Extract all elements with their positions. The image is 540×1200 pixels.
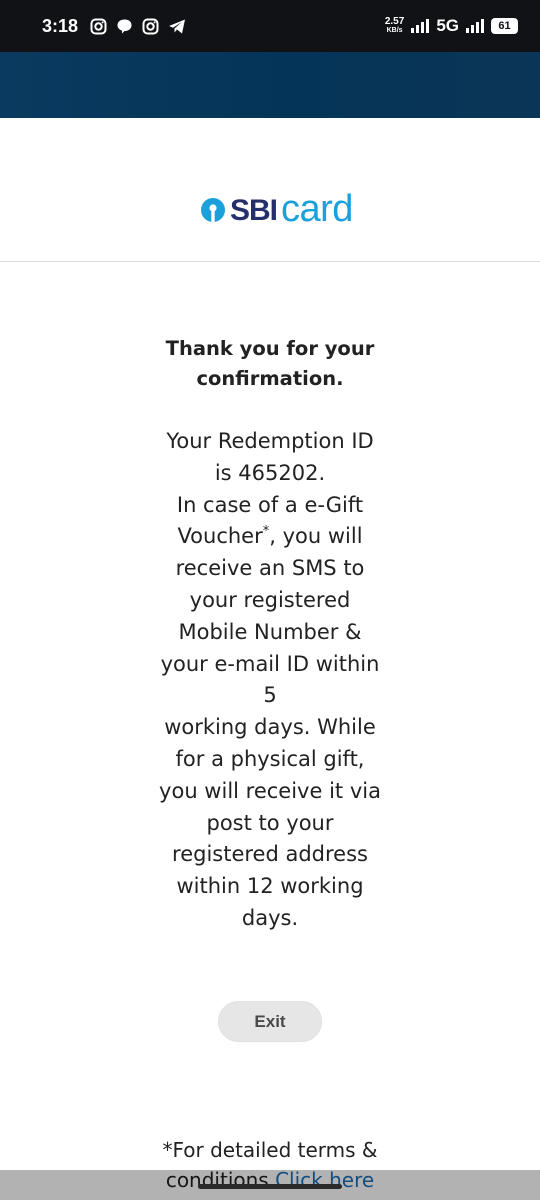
confirmation-content: Thank you for your confirmation. Your Re…: [150, 334, 390, 935]
status-right: 2.57 KB/s 5G 61: [385, 16, 518, 36]
logo-sbi-text: SBI: [230, 194, 278, 227]
battery-icon: 61: [491, 18, 518, 34]
notification-icons: [90, 18, 186, 35]
signal-icon: [466, 19, 484, 33]
instagram-icon: [90, 18, 107, 34]
instagram-icon: [142, 18, 159, 34]
network-type: 5G: [436, 16, 459, 35]
chat-bubble-icon: [117, 19, 132, 33]
confirmation-message: Your Redemption ID is 465202. In case of…: [159, 429, 381, 930]
logo-card-text: card: [281, 188, 353, 230]
header-band: [0, 52, 540, 118]
signal-icon: [411, 19, 430, 33]
exit-button[interactable]: Exit: [218, 1001, 322, 1042]
sbi-logo-mark-icon: [201, 198, 225, 222]
status-time: 3:18: [42, 15, 79, 36]
battery-level: 61: [498, 20, 511, 32]
gesture-handle[interactable]: [198, 1184, 342, 1189]
network-speed: 2.57 KB/s: [384, 16, 405, 35]
logo-header: SBI card: [0, 118, 540, 262]
status-bar: 3:18 2.57 KB/s 5G 61: [0, 0, 540, 52]
sbi-card-logo: SBI card: [200, 188, 353, 230]
telegram-icon: [169, 19, 186, 33]
confirmation-title: Thank you for your confirmation.: [165, 337, 375, 390]
